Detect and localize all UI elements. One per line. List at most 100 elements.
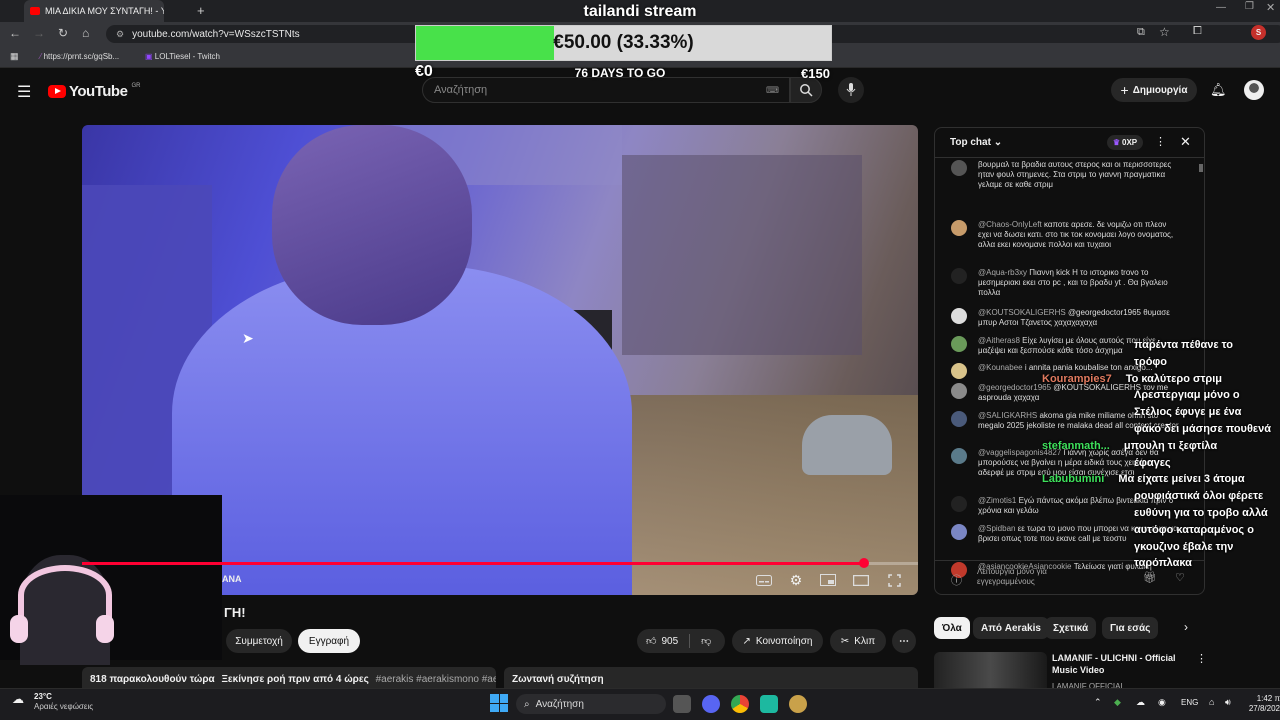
thumbs-down-icon[interactable]: 👎︎ <box>701 635 711 647</box>
miniplayer-icon[interactable] <box>819 572 837 588</box>
chat-avatar[interactable] <box>951 220 967 236</box>
chips-next-icon[interactable]: › <box>1184 620 1188 634</box>
keyboard-icon[interactable]: ⌨ <box>766 85 779 96</box>
subscribe-button[interactable]: Εγγραφή <box>298 629 360 653</box>
chat-scrollbar[interactable] <box>1199 164 1203 172</box>
goal-days-label: 76 DAYS TO GO <box>574 66 666 80</box>
back-icon[interactable]: ← <box>9 26 21 40</box>
chat-message[interactable]: βουρμαλ τα βραδια αυτους στερος και οι π… <box>951 160 1181 190</box>
tray-app-icon[interactable]: ◆ <box>1114 697 1121 708</box>
chat-mode-label: Top chat <box>950 137 991 148</box>
hashtags[interactable]: #aerakis #aerakismono #aeraki <box>376 674 496 685</box>
chat-avatar[interactable] <box>951 383 967 399</box>
minimize-icon[interactable]: — <box>1216 2 1226 13</box>
discord-icon[interactable] <box>702 695 720 713</box>
chat-avatar[interactable] <box>951 411 967 427</box>
theater-mode-icon[interactable] <box>852 572 870 588</box>
bookmark-item-twitch[interactable]: ▣ LOLTiesel - Twitch <box>145 52 220 61</box>
chat-more-icon[interactable]: ⋮ <box>1155 135 1166 148</box>
filter-chip[interactable]: Για εσάς <box>1102 617 1159 639</box>
tray-app-icon[interactable]: ◉ <box>1158 697 1166 708</box>
chat-close-icon[interactable]: ✕ <box>1180 134 1191 150</box>
language-indicator[interactable]: ENG <box>1181 698 1198 707</box>
chat-avatar[interactable] <box>951 524 967 540</box>
recommended-more-icon[interactable]: ⋮ <box>1196 652 1207 665</box>
heart-icon[interactable]: ♡ <box>1175 571 1185 584</box>
gift-icon[interactable]: 🎁︎ <box>1143 571 1157 584</box>
tray-chevron-icon[interactable]: ⌃ <box>1094 697 1102 708</box>
windows-start-icon[interactable] <box>490 694 508 712</box>
youtube-logo[interactable]: YouTube GR <box>48 83 140 100</box>
fullscreen-icon[interactable] <box>885 572 903 588</box>
chat-author[interactable]: @SALIGKARHS <box>978 411 1037 420</box>
more-actions-icon[interactable]: ⋯ <box>892 629 916 653</box>
chat-avatar[interactable] <box>951 336 967 352</box>
task-view-icon[interactable] <box>673 695 691 713</box>
recommended-title[interactable]: LAMANIF - ULICHNI - Official Music Video <box>1052 652 1192 676</box>
channel-points-badge[interactable]: ♛ 0XP <box>1107 135 1143 150</box>
chat-author[interactable]: @KOUTSOKALIGERHS <box>978 308 1066 317</box>
reload-icon[interactable]: ↻ <box>58 26 68 40</box>
voice-search-button[interactable] <box>838 77 864 103</box>
browser-tab[interactable]: ΜΙΑ ΔΙΚΙΑ ΜΟΥ ΣΥΝΤΑΓΗ! - Yo ✕ <box>24 0 164 22</box>
app-icon[interactable] <box>789 695 807 713</box>
chat-message[interactable]: @Chaos-OnlyLeft καποτε αρεσε. δε νομιζω … <box>951 220 1181 250</box>
filter-chip[interactable]: Όλα <box>934 617 970 639</box>
profile-avatar[interactable]: S <box>1251 25 1266 40</box>
weather-widget[interactable]: ☁ 23°C Αραιές νεφώσεις <box>12 692 93 712</box>
chat-author[interactable]: @Zimotis1 <box>978 496 1016 505</box>
chat-author[interactable]: @georgedoctor1965 <box>978 383 1051 392</box>
maximize-icon[interactable]: ❐ <box>1245 1 1254 12</box>
filter-chip[interactable]: Σχετικά <box>1045 617 1097 639</box>
chat-mode-selector[interactable]: Top chat ⌄ <box>950 137 1002 148</box>
close-window-icon[interactable]: ✕ <box>1266 1 1275 14</box>
chat-avatar[interactable] <box>951 268 967 284</box>
onedrive-icon[interactable]: ☁ <box>1136 697 1145 708</box>
share-button[interactable]: ↗ Κοινοποίηση <box>732 629 823 653</box>
video-progress-bar[interactable] <box>82 558 918 568</box>
chat-avatar[interactable] <box>951 496 967 512</box>
video-progress-scrubber[interactable] <box>858 558 869 568</box>
extensions-icon[interactable]: ⧠ <box>1193 25 1202 38</box>
forward-icon[interactable]: → <box>33 26 45 40</box>
chat-message[interactable]: @Aqua-rb3xy Πιαννη kick H το ιστορικο tr… <box>951 268 1181 298</box>
chat-avatar[interactable] <box>951 160 967 176</box>
subtitles-icon[interactable] <box>755 572 773 588</box>
overlay-chat-author: Kourampies7 <box>1042 372 1112 385</box>
chat-author[interactable]: @Aqua-rb3xy <box>978 268 1027 277</box>
create-button[interactable]: + Δημιουργία <box>1111 78 1197 102</box>
bookmark-star-icon[interactable]: ☆ <box>1159 25 1170 39</box>
taskbar-search[interactable]: ⌕ Αναζήτηση <box>516 694 666 714</box>
site-info-icon[interactable]: ⚙ <box>116 29 124 40</box>
chat-avatar[interactable] <box>951 363 967 379</box>
hamburger-menu-icon[interactable]: ☰ <box>17 82 31 102</box>
chat-author[interactable]: @Aitheras8 <box>978 336 1020 345</box>
app-icon[interactable] <box>760 695 778 713</box>
home-icon[interactable]: ⌂ <box>82 26 89 40</box>
like-button[interactable]: 👍︎ 905 <box>646 635 678 648</box>
network-icon[interactable]: ⌂ <box>1209 697 1214 707</box>
chat-author[interactable]: @Spidban <box>978 524 1015 533</box>
profile-initial: S <box>1255 28 1262 37</box>
volume-icon[interactable]: 🔊︎ <box>1225 697 1231 708</box>
taskbar-clock[interactable]: 1:42 π 27/8/202 <box>1240 694 1280 714</box>
cast-icon[interactable]: ⧉ <box>1137 26 1145 39</box>
overlay-chat-line: Labubumini Μα είχατε μείνει 3 άτομα <box>1042 473 1245 486</box>
streamer-webcam <box>0 495 222 665</box>
chat-avatar[interactable] <box>951 308 967 324</box>
settings-gear-icon[interactable]: ⚙ <box>787 572 805 588</box>
join-button[interactable]: Συμμετοχή <box>226 629 292 653</box>
clip-button[interactable]: ✂ Κλιπ <box>830 629 886 653</box>
search-input[interactable]: Αναζήτηση ⌨ <box>422 77 790 103</box>
account-avatar[interactable] <box>1244 80 1264 100</box>
bookmark-item-prntsc[interactable]: ⁄ https://prnt.sc/gqSb... <box>40 52 119 61</box>
chat-author[interactable]: @Chaos-OnlyLeft <box>978 220 1042 229</box>
new-tab-icon[interactable]: + <box>197 3 205 18</box>
chat-author[interactable]: @Kounabee <box>978 363 1023 372</box>
filter-chip[interactable]: Από Aerakis <box>973 617 1049 639</box>
chat-avatar[interactable] <box>951 448 967 464</box>
chat-message[interactable]: @KOUTSOKALIGERHS @georgedoctor1965 θυμασ… <box>951 308 1181 328</box>
chrome-icon[interactable] <box>731 695 749 713</box>
apps-grid-icon[interactable]: ▦ <box>10 51 19 62</box>
notifications-bell-icon[interactable]: 🔔︎ <box>1210 82 1227 98</box>
